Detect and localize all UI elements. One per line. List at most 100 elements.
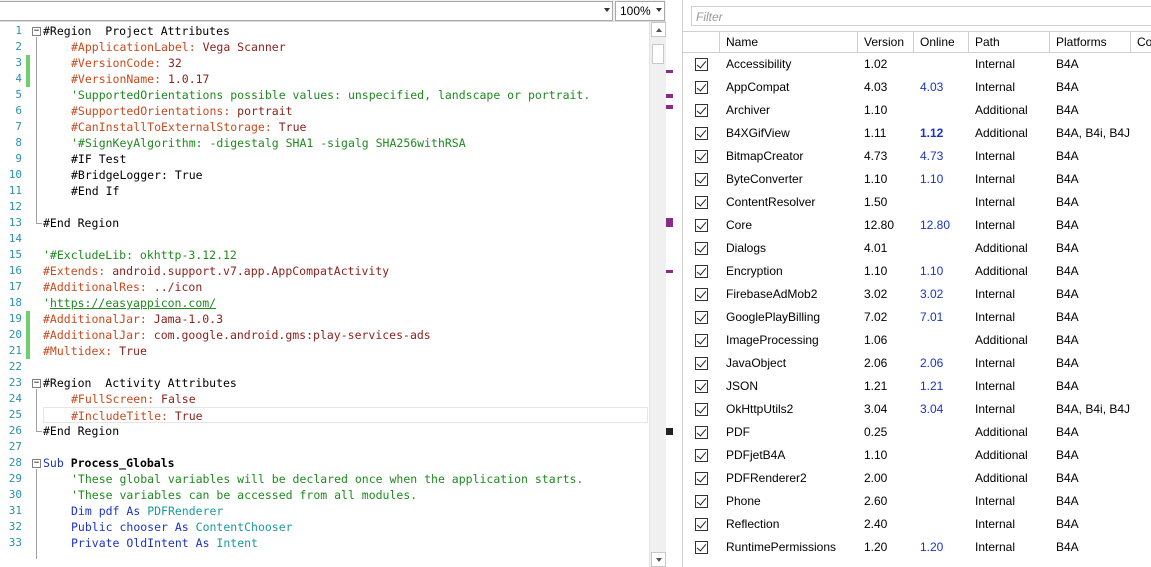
marker[interactable] <box>666 218 673 227</box>
scroll-down-button[interactable] <box>651 552 666 567</box>
library-row[interactable]: Accessibility 1.02 Internal B4A <box>683 53 1151 76</box>
library-checkbox[interactable] <box>695 242 708 255</box>
chevron-down-icon[interactable] <box>656 8 662 12</box>
library-row[interactable]: AppCompat 4.03 4.03 Internal B4A <box>683 76 1151 99</box>
library-checkbox[interactable] <box>695 219 708 232</box>
code-line[interactable]: #AdditionalRes: ../icon <box>43 279 202 295</box>
code-line[interactable]: Dim pdf As PDFRenderer <box>71 503 223 519</box>
library-row[interactable]: RuntimePermissions 1.20 1.20 Internal B4A <box>683 536 1151 559</box>
column-header-version[interactable]: Version <box>858 32 914 53</box>
marker[interactable] <box>666 428 673 435</box>
code-line[interactable]: #BridgeLogger: True <box>71 167 203 183</box>
library-row[interactable]: PDFjetB4A 1.10 Additional B4A <box>683 444 1151 467</box>
fold-toggle-icon[interactable]: − <box>32 27 41 36</box>
library-checkbox[interactable] <box>695 288 708 301</box>
code-line[interactable]: #ApplicationLabel: Vega Scanner <box>71 39 286 55</box>
code-line[interactable]: #End Region <box>43 215 119 231</box>
library-row[interactable]: ImageProcessing 1.06 Additional B4A <box>683 329 1151 352</box>
code-line[interactable]: #AdditionalJar: Jama-1.0.3 <box>43 311 223 327</box>
library-row[interactable]: Reflection 2.40 Internal B4A <box>683 513 1151 536</box>
code-line[interactable]: #Extends: android.support.v7.app.AppComp… <box>43 263 389 279</box>
library-row[interactable]: Core 12.80 12.80 Internal B4A <box>683 214 1151 237</box>
code-line[interactable]: Private OldIntent As Intent <box>71 535 258 551</box>
code-line[interactable]: Sub Process_Globals <box>43 455 175 471</box>
library-checkbox[interactable] <box>695 150 708 163</box>
library-checkbox[interactable] <box>695 265 708 278</box>
code-token[interactable]: https://easyappicon.com/ <box>50 296 216 310</box>
code-line[interactable]: #Region Project Attributes <box>43 23 230 39</box>
column-header-check[interactable] <box>683 32 720 53</box>
library-row[interactable]: B4XGifView 1.11 1.12 Additional B4A, B4i, B4… <box>683 122 1151 145</box>
code-line[interactable]: #VersionCode: 32 <box>71 55 182 71</box>
library-checkbox[interactable] <box>695 127 708 140</box>
code-line[interactable]: #End If <box>71 183 119 199</box>
code-line[interactable]: 'These variables can be accessed from al… <box>71 487 417 503</box>
library-row[interactable]: Dialogs 4.01 Additional B4A <box>683 237 1151 260</box>
code-line[interactable]: #IncludeTitle: True <box>43 407 648 423</box>
library-checkbox[interactable] <box>695 58 708 71</box>
library-row[interactable]: PDFRenderer2 2.00 Additional B4A <box>683 467 1151 490</box>
code-area[interactable]: #Region Project Attributes #ApplicationLa… <box>43 22 648 567</box>
code-line[interactable]: #Region Activity Attributes <box>43 375 237 391</box>
library-checkbox[interactable] <box>695 357 708 370</box>
marker[interactable] <box>666 70 673 73</box>
library-row[interactable]: PDF 0.25 Additional B4A <box>683 421 1151 444</box>
code-line[interactable]: 'These global variables will be declared… <box>71 471 583 487</box>
code-line[interactable]: Public chooser As ContentChooser <box>71 519 293 535</box>
library-row[interactable]: Archiver 1.10 Additional B4A <box>683 99 1151 122</box>
library-row[interactable]: BitmapCreator 4.73 4.73 Internal B4A <box>683 145 1151 168</box>
library-checkbox[interactable] <box>695 518 708 531</box>
column-header-online[interactable]: Online <box>914 32 969 53</box>
module-selector[interactable] <box>0 1 613 21</box>
library-checkbox[interactable] <box>695 449 708 462</box>
column-header-name[interactable]: Name <box>720 32 858 53</box>
code-line[interactable]: 'SupportedOrientations possible values: … <box>71 87 590 103</box>
library-checkbox[interactable] <box>695 541 708 554</box>
library-checkbox[interactable] <box>695 81 708 94</box>
column-header-comment[interactable]: Co <box>1131 32 1151 53</box>
column-header-platforms[interactable]: Platforms <box>1050 32 1131 53</box>
marker[interactable] <box>666 94 673 98</box>
bookmark-marker-strip[interactable] <box>666 0 683 567</box>
column-header-path[interactable]: Path <box>969 32 1050 53</box>
code-line[interactable]: #SupportedOrientations: portrait <box>71 103 293 119</box>
library-checkbox[interactable] <box>695 380 708 393</box>
library-row[interactable]: FirebaseAdMob2 3.02 3.02 Internal B4A <box>683 283 1151 306</box>
code-line[interactable]: #Multidex: True <box>43 343 147 359</box>
code-line[interactable]: '#SignKeyAlgorithm: -digestalg SHA1 -sig… <box>71 135 466 151</box>
code-line[interactable]: #End Region <box>43 423 119 439</box>
zoom-selector[interactable]: 100% <box>615 1 665 21</box>
fold-toggle-icon[interactable]: − <box>32 459 41 468</box>
library-row[interactable]: JavaObject 2.06 2.06 Internal B4A <box>683 352 1151 375</box>
code-line[interactable]: #AdditionalJar: com.google.android.gms:p… <box>43 327 431 343</box>
library-checkbox[interactable] <box>695 104 708 117</box>
filter-box[interactable] <box>691 6 1151 26</box>
scrollbar-thumb[interactable] <box>652 44 664 64</box>
library-row[interactable]: GooglePlayBilling 7.02 7.01 Internal B4A <box>683 306 1151 329</box>
code-line[interactable]: #CanInstallToExternalStorage: True <box>71 119 306 135</box>
library-checkbox[interactable] <box>695 334 708 347</box>
marker[interactable] <box>666 105 673 109</box>
chevron-down-icon[interactable] <box>604 8 610 12</box>
code-line[interactable]: '#ExcludeLib: okhttp-3.12.12 <box>43 247 237 263</box>
library-checkbox[interactable] <box>695 173 708 186</box>
library-row[interactable]: ByteConverter 1.10 1.10 Internal B4A <box>683 168 1151 191</box>
library-row[interactable]: OkHttpUtils2 3.04 3.04 Internal B4A, B4i, B4… <box>683 398 1151 421</box>
code-line[interactable]: #FullScreen: False <box>71 391 196 407</box>
library-checkbox[interactable] <box>695 403 708 416</box>
library-row[interactable]: JSON 1.21 1.21 Internal B4A <box>683 375 1151 398</box>
code-line[interactable]: #IF Test <box>71 151 126 167</box>
marker[interactable] <box>666 270 673 273</box>
library-row[interactable]: Encryption 1.10 1.10 Additional B4A <box>683 260 1151 283</box>
library-checkbox[interactable] <box>695 495 708 508</box>
scroll-up-button[interactable] <box>651 22 666 37</box>
library-checkbox[interactable] <box>695 311 708 324</box>
fold-toggle-icon[interactable]: − <box>32 379 41 388</box>
editor-vertical-scrollbar[interactable] <box>649 22 666 567</box>
library-row[interactable]: ContentResolver 1.50 Internal B4A <box>683 191 1151 214</box>
code-editor-pane[interactable]: 100% 1−2 3 4 5 6 7 8 9 10 11 12 13 14 15 16 17 18 19 20 21 2… <box>0 0 667 567</box>
library-checkbox[interactable] <box>695 472 708 485</box>
library-row[interactable]: Phone 2.60 Internal B4A <box>683 490 1151 513</box>
filter-input[interactable] <box>696 9 1136 24</box>
code-line[interactable]: #VersionName: 1.0.17 <box>71 71 209 87</box>
